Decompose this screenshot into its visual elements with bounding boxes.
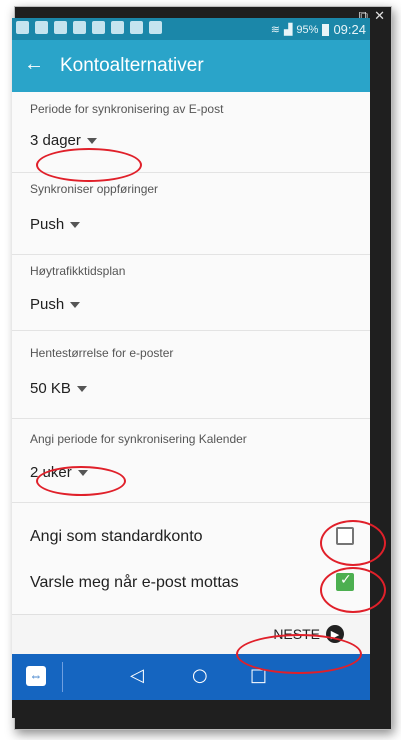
back-icon[interactable]: ◁ xyxy=(130,665,144,686)
highlight-ring xyxy=(36,466,126,496)
highlight-ring xyxy=(320,520,386,566)
app-bar: ← Kontoalternativer xyxy=(12,40,370,92)
notification-icon xyxy=(73,21,86,34)
setting-value: 50 KB xyxy=(30,380,71,397)
battery-icon xyxy=(322,23,330,36)
window-bottom-border xyxy=(12,700,370,718)
setting-dropdown[interactable]: 50 KB xyxy=(30,380,87,397)
checkbox-row-notify[interactable]: Varsle meg når e-post mottas xyxy=(12,560,370,606)
checkbox-label: Angi som standardkonto xyxy=(30,528,203,545)
notification-icon xyxy=(92,21,105,34)
teamviewer-icon[interactable]: ⇔ xyxy=(26,666,46,686)
back-arrow-icon[interactable]: ← xyxy=(24,53,44,76)
chevron-down-icon xyxy=(86,137,97,144)
wifi-icon: ≋ xyxy=(270,24,280,36)
setting-dropdown[interactable]: Push xyxy=(30,216,81,233)
home-icon[interactable]: ○ xyxy=(192,665,208,686)
highlight-ring xyxy=(36,148,142,182)
highlight-ring xyxy=(320,567,386,613)
setting-dropdown[interactable]: 3 dager xyxy=(30,132,97,149)
chevron-down-icon xyxy=(76,385,87,392)
page-title: Kontoalternativer xyxy=(60,55,204,76)
chevron-down-icon xyxy=(70,301,81,308)
divider xyxy=(62,662,63,692)
notification-icon xyxy=(35,21,48,34)
setting-fetch-size[interactable]: Hentestørrelse for e-poster 50 KB xyxy=(12,330,370,419)
setting-label: Høytrafikktidsplan xyxy=(30,264,126,278)
setting-value: 3 dager xyxy=(30,132,81,149)
setting-value: Push xyxy=(30,216,65,233)
setting-value: Push xyxy=(30,296,65,313)
status-bar: ≋ ▟ 95% 09:24 xyxy=(12,18,370,40)
close-icon[interactable]: ✕ xyxy=(374,8,385,24)
setting-label: Synkroniser oppføringer xyxy=(30,182,159,196)
setting-label: Hentestørrelse for e-poster xyxy=(30,346,174,360)
highlight-ring xyxy=(236,634,362,674)
notification-icon xyxy=(130,21,143,34)
notification-icon xyxy=(149,21,162,34)
setting-sync-items[interactable]: Synkroniser oppføringer Push xyxy=(12,172,370,255)
setting-label: Angi periode for synkronisering Kalender xyxy=(30,432,247,446)
setting-dropdown[interactable]: Push xyxy=(30,296,81,313)
setting-label: Periode for synkronisering av E-post xyxy=(30,102,224,116)
setting-peak-schedule[interactable]: Høytrafikktidsplan Push xyxy=(12,254,370,331)
notification-icon xyxy=(16,21,29,34)
notification-icon xyxy=(54,21,67,34)
checkbox-row-default-account[interactable]: Angi som standardkonto xyxy=(12,514,370,560)
signal-icon: ▟ xyxy=(283,24,293,36)
clock: 09:24 xyxy=(333,22,366,37)
battery-percent: 95% xyxy=(296,23,319,36)
checkbox-label: Varsle meg når e-post mottas xyxy=(30,574,239,591)
notification-icon xyxy=(111,21,124,34)
chevron-down-icon xyxy=(70,221,81,228)
